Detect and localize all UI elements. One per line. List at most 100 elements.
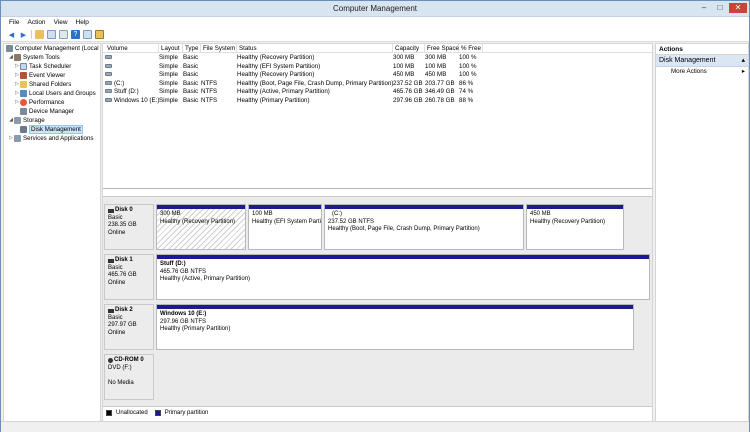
actions-pane: Actions Disk Management ▴ More Actions ▸ bbox=[655, 43, 749, 431]
column-percent-free[interactable]: % Free bbox=[459, 44, 483, 53]
volume-row[interactable]: Simple Basic Healthy (EFI System Partition… bbox=[103, 62, 652, 71]
shared-folder-icon bbox=[20, 81, 27, 88]
column-capacity[interactable]: Capacity bbox=[393, 44, 425, 53]
cdrom-icon bbox=[108, 358, 113, 364]
up-folder-icon[interactable] bbox=[35, 30, 44, 39]
column-type[interactable]: Type bbox=[183, 44, 201, 53]
toolbar-separator bbox=[31, 30, 32, 39]
disk-0-label[interactable]: Disk 0 Basic 238.35 GB Online bbox=[104, 204, 154, 250]
submenu-arrow-icon: ▸ bbox=[741, 68, 745, 75]
tree-item-device-manager[interactable]: Device Manager bbox=[4, 107, 100, 116]
volume-row[interactable]: Windows 10 (E:) Simple Basic NTFS Healthy (P… bbox=[103, 96, 652, 105]
back-arrow-icon[interactable]: ◀ bbox=[7, 30, 16, 39]
tools-icon bbox=[14, 54, 21, 61]
tree-item-computer-management[interactable]: Computer Management (Local bbox=[4, 44, 100, 53]
volume-row[interactable]: (C:) Simple Basic NTFS Healthy (Boot, Page F… bbox=[103, 79, 652, 88]
tree-item-storage[interactable]: ◢ Storage bbox=[4, 116, 100, 125]
menu-help[interactable]: Help bbox=[76, 17, 89, 28]
column-file-system[interactable]: File System bbox=[201, 44, 237, 53]
disk-2-e-partition[interactable]: Windows 10 (E:) 297.96 GB NTFS Healthy (… bbox=[156, 304, 634, 350]
maximize-button[interactable]: □ bbox=[713, 3, 727, 13]
tree-item-system-tools[interactable]: ◢ System Tools bbox=[4, 53, 100, 62]
tree-item-services[interactable]: ▷ Services and Applications bbox=[4, 134, 100, 143]
cell-percent-free: 88 % bbox=[459, 96, 474, 104]
refresh-icon[interactable] bbox=[83, 30, 92, 39]
tree-item-disk-management[interactable]: Disk Management bbox=[4, 125, 100, 134]
volume-row[interactable]: Simple Basic Healthy (Recovery Partition) 4… bbox=[103, 70, 652, 79]
cell-type: Basic bbox=[183, 96, 199, 104]
column-volume[interactable]: Volume bbox=[105, 44, 159, 53]
disk-management-pane: Volume Layout Type File System Status Ca… bbox=[102, 43, 653, 431]
unallocated-swatch bbox=[106, 409, 112, 416]
drive-icon bbox=[105, 63, 112, 68]
disk-1-d-partition[interactable]: Stuff (D:) 465.76 GB NTFS Healthy (Activ… bbox=[156, 254, 650, 300]
cell-capacity: 297.96 GB bbox=[393, 96, 423, 104]
menu-bar: File Action View Help bbox=[1, 17, 749, 28]
disk-management-icon bbox=[20, 126, 27, 133]
forward-arrow-icon[interactable]: ▶ bbox=[19, 30, 28, 39]
users-icon bbox=[20, 90, 27, 97]
tree-item-task-scheduler[interactable]: ▷ Task Scheduler bbox=[4, 62, 100, 71]
menu-action[interactable]: Action bbox=[27, 17, 45, 28]
disk-graphical-view: Disk 0 Basic 238.35 GB Online 300 MB Hea… bbox=[103, 196, 652, 406]
drive-icon bbox=[105, 80, 112, 85]
disk-0-c-partition[interactable]: (C:) 237.52 GB NTFS Healthy (Boot, Page … bbox=[324, 204, 524, 250]
disk-icon bbox=[108, 258, 114, 263]
column-layout[interactable]: Layout bbox=[159, 44, 183, 53]
volume-rows: Simple Basic Healthy (Recovery Partition) 3… bbox=[103, 53, 652, 104]
show-hide-tree-icon[interactable] bbox=[47, 30, 56, 39]
event-viewer-icon bbox=[20, 72, 27, 79]
menu-file[interactable]: File bbox=[9, 17, 19, 28]
column-status[interactable]: Status bbox=[237, 44, 393, 53]
collapse-up-icon[interactable]: ▴ bbox=[741, 55, 745, 66]
more-actions-item[interactable]: More Actions ▸ bbox=[656, 67, 748, 77]
drive-icon bbox=[105, 89, 112, 94]
window-title: Computer Management bbox=[332, 4, 418, 13]
volume-list: Volume Layout Type File System Status Ca… bbox=[103, 44, 652, 189]
cell-layout: Simple bbox=[159, 96, 178, 104]
legend-primary: Primary partition bbox=[164, 409, 209, 416]
disk-2-label[interactable]: Disk 2 Basic 297.97 GB Online bbox=[104, 304, 154, 350]
cdrom-0-label[interactable]: CD-ROM 0 DVD (F:) No Media bbox=[104, 354, 154, 400]
navigation-tree: Computer Management (Local ◢ System Tool… bbox=[3, 43, 101, 431]
status-bar bbox=[1, 421, 749, 432]
disk-icon bbox=[108, 308, 114, 313]
device-manager-icon bbox=[20, 108, 27, 115]
computer-management-icon bbox=[6, 45, 13, 52]
cell-file-system: NTFS bbox=[201, 96, 218, 104]
legend-unallocated: Unallocated bbox=[116, 409, 148, 416]
menu-view[interactable]: View bbox=[54, 17, 68, 28]
tree-item-shared-folders[interactable]: ▷ Shared Folders bbox=[4, 80, 100, 89]
tree-item-event-viewer[interactable]: ▷ Event Viewer bbox=[4, 71, 100, 80]
volume-row[interactable]: Stuff (D:) Simple Basic NTFS Healthy (Active… bbox=[103, 87, 652, 96]
disk-1-label[interactable]: Disk 1 Basic 465.76 GB Online bbox=[104, 254, 154, 300]
volume-row[interactable]: Simple Basic Healthy (Recovery Partition) 3… bbox=[103, 53, 652, 62]
clock-icon bbox=[20, 63, 27, 70]
disk-view-icon[interactable] bbox=[95, 30, 104, 39]
tree-item-local-users[interactable]: ▷ Local Users and Groups bbox=[4, 89, 100, 98]
window-controls: – □ ✕ bbox=[697, 3, 747, 13]
minimize-button[interactable]: – bbox=[697, 3, 711, 13]
close-button[interactable]: ✕ bbox=[729, 3, 747, 13]
cdrom-0-empty-area bbox=[156, 354, 650, 400]
cell-status: Healthy (Primary Partition) bbox=[237, 96, 310, 104]
cell-volume: Windows 10 (E:) bbox=[105, 96, 159, 105]
cell-free-space: 260.78 GB bbox=[425, 96, 455, 104]
toolbar: ◀ ▶ ? bbox=[1, 28, 749, 42]
storage-icon bbox=[14, 117, 21, 124]
drive-icon bbox=[105, 72, 112, 77]
disk-0-recovery-partition-1[interactable]: 300 MB Healthy (Recovery Partition) bbox=[156, 204, 246, 250]
drive-icon bbox=[105, 55, 112, 60]
disk-0-recovery-partition-2[interactable]: 450 MB Healthy (Recovery Partition) bbox=[526, 204, 624, 250]
tree-item-performance[interactable]: ▷ Performance bbox=[4, 98, 100, 107]
drive-icon bbox=[105, 97, 112, 102]
legend: Unallocated Primary partition bbox=[103, 406, 652, 418]
actions-section-disk-management[interactable]: Disk Management ▴ bbox=[656, 55, 748, 67]
computer-management-window: Computer Management – □ ✕ File Action Vi… bbox=[0, 0, 750, 432]
services-icon bbox=[14, 135, 21, 142]
disk-icon bbox=[108, 208, 114, 213]
properties-icon[interactable] bbox=[59, 30, 68, 39]
disk-0-efi-partition[interactable]: 100 MB Healthy (EFI System Partiti bbox=[248, 204, 322, 250]
column-free-space[interactable]: Free Space bbox=[425, 44, 459, 53]
help-icon[interactable]: ? bbox=[71, 30, 80, 39]
